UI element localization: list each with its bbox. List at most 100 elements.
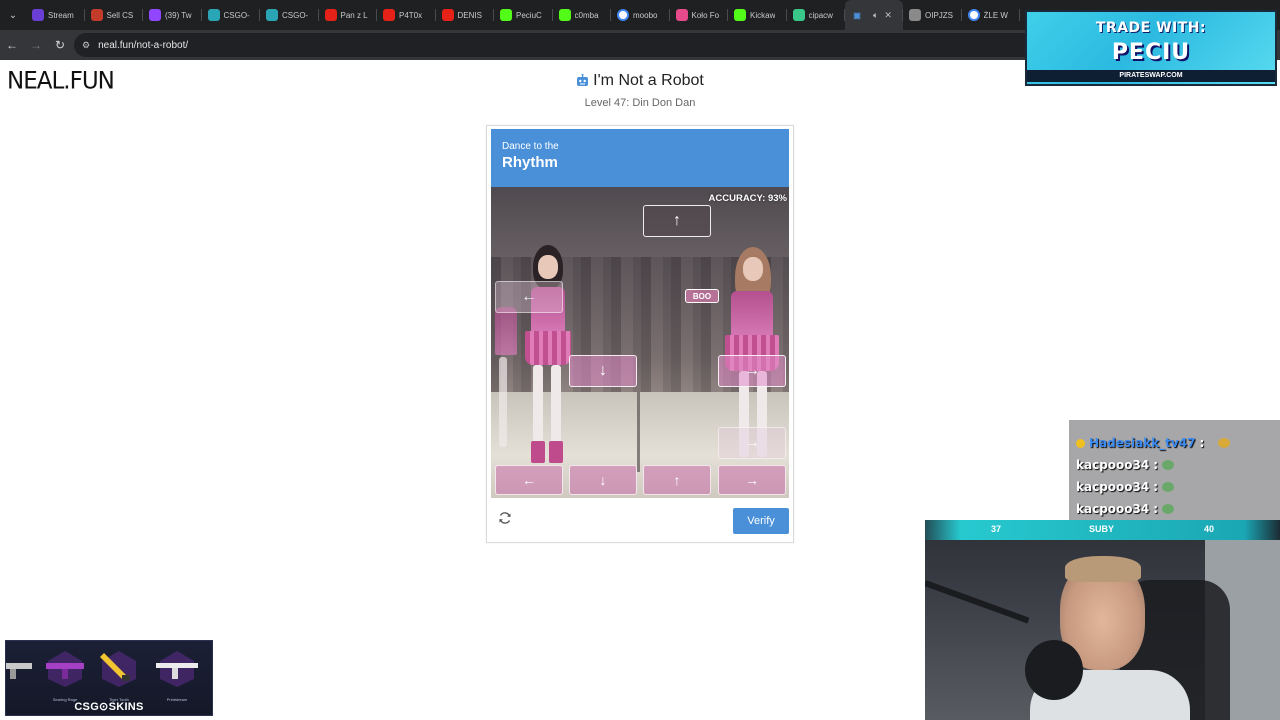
chat-message: kacpooo34 : bbox=[1076, 502, 1175, 516]
chat-separator: : bbox=[1153, 480, 1159, 494]
captcha-task: Rhythm bbox=[502, 154, 558, 171]
browser-tab[interactable]: c0mba bbox=[553, 0, 612, 30]
promo-name: PECIU bbox=[1111, 40, 1191, 65]
note-up: ↑ bbox=[643, 205, 711, 237]
skin-item: Searing Rage bbox=[42, 647, 88, 702]
tab-label: Koło Fo bbox=[691, 10, 720, 20]
globe-icon bbox=[909, 9, 921, 21]
chat-badge-icon bbox=[1076, 438, 1085, 448]
tab-label: Sell CS bbox=[106, 10, 134, 20]
robot-icon: ▣ bbox=[853, 10, 861, 20]
skins-logo: CSG⊙SKINS bbox=[74, 701, 144, 713]
tab-label: (39) Tw bbox=[165, 10, 192, 20]
captcha-instruction: Dance to the bbox=[502, 141, 559, 152]
promo-banner: TRADE WITH: PECIU PIRATESWAP.COM bbox=[1025, 10, 1277, 86]
csgo-icon bbox=[266, 9, 278, 21]
target-right[interactable]: → bbox=[718, 465, 786, 495]
close-tab-icon[interactable]: ✕ bbox=[884, 10, 892, 21]
robot-icon bbox=[576, 73, 589, 88]
tab-label: moobo bbox=[633, 10, 658, 20]
tab-search-button[interactable]: ⌄ bbox=[0, 0, 26, 30]
page-title-wrap: I'm Not a Robot bbox=[540, 72, 740, 93]
site-info-icon[interactable]: ⚙ bbox=[82, 40, 90, 51]
note-right: → bbox=[718, 355, 786, 387]
streamlabs-icon bbox=[32, 9, 44, 21]
chat-message: kacpooo34 : bbox=[1076, 480, 1175, 494]
promo-url: PIRATESWAP.COM bbox=[1027, 70, 1275, 82]
back-button[interactable]: ← bbox=[0, 30, 24, 60]
note-right-2: → bbox=[718, 427, 786, 459]
promo-headline: TRADE WITH: bbox=[1095, 20, 1207, 36]
chat-emote-icon bbox=[1218, 438, 1231, 448]
twitch-icon bbox=[149, 9, 161, 21]
browser-tab[interactable]: Stream bbox=[26, 0, 85, 30]
target-up[interactable]: ↑ bbox=[643, 465, 711, 495]
browser-tab[interactable]: CSGO- bbox=[202, 0, 261, 30]
forward-button[interactable]: → bbox=[24, 30, 48, 60]
sub-goal-target: 40 bbox=[1204, 524, 1215, 534]
tab-label: P4T0x bbox=[399, 10, 423, 20]
skin-item: Tiger Tooth bbox=[96, 647, 142, 702]
page-title: I'm Not a Robot bbox=[576, 72, 704, 90]
skins-promo: Searing Rage Tiger Tooth Printstream CSG… bbox=[5, 640, 213, 716]
captcha-header: Dance to the Rhythm bbox=[491, 129, 789, 187]
tab-label: OIPJZS bbox=[925, 10, 954, 20]
browser-tab[interactable]: DENIS bbox=[436, 0, 495, 30]
browser-tab[interactable]: P4T0x bbox=[377, 0, 436, 30]
target-left[interactable]: ← bbox=[495, 465, 563, 495]
accuracy-readout: ACCURACY: 93% bbox=[708, 193, 787, 204]
page-title-text: I'm Not a Robot bbox=[593, 72, 704, 89]
chat-separator: : bbox=[1153, 502, 1159, 516]
browser-tab[interactable]: (39) Tw bbox=[143, 0, 202, 30]
speaker-icon[interactable]: 🔈︎ bbox=[873, 10, 878, 21]
browser-tab[interactable]: OIPJZS bbox=[903, 0, 962, 30]
verify-button[interactable]: Verify bbox=[733, 508, 789, 534]
chat-username: kacpooo34 bbox=[1076, 502, 1150, 516]
url-text: neal.fun/not-a-robot/ bbox=[98, 39, 189, 51]
chat-emote-icon bbox=[1162, 460, 1175, 470]
google-icon bbox=[967, 9, 980, 21]
chat-emote-icon bbox=[1162, 504, 1175, 514]
browser-tab[interactable]: CSGO- bbox=[260, 0, 319, 30]
browser-tab[interactable]: cipacw bbox=[787, 0, 846, 30]
site-logo[interactable]: NEAL.FUN bbox=[7, 67, 115, 94]
youtube-icon bbox=[324, 9, 337, 21]
tab-label: CSGO- bbox=[223, 10, 250, 20]
browser-tab[interactable]: Sell CS bbox=[85, 0, 144, 30]
reload-button[interactable]: ↻ bbox=[48, 30, 72, 60]
browser-tab[interactable]: moobo bbox=[611, 0, 670, 30]
youtube-icon bbox=[383, 9, 395, 21]
chat-username: kacpooo34 bbox=[1076, 480, 1150, 494]
browser-tab[interactable]: Pan z L bbox=[319, 0, 378, 30]
google-icon bbox=[617, 9, 629, 21]
tab-label: Stream bbox=[48, 10, 74, 20]
skin-item bbox=[6, 647, 38, 695]
url-field[interactable]: ⚙ neal.fun/not-a-robot/ bbox=[74, 33, 1084, 57]
youtube-icon bbox=[441, 9, 454, 21]
wheel-icon bbox=[675, 9, 688, 21]
boo-indicator: BOO bbox=[685, 289, 719, 303]
refresh-icon[interactable] bbox=[497, 510, 513, 526]
target-down[interactable]: ↓ bbox=[569, 465, 637, 495]
dancer-left-back bbox=[491, 297, 521, 467]
site-icon bbox=[792, 9, 805, 21]
browser-tab[interactable]: ▣ 🔈︎ ✕ bbox=[845, 0, 903, 30]
browser-tab[interactable]: ŻLE W bbox=[962, 0, 1021, 30]
note-down: ↓ bbox=[569, 355, 637, 387]
rhythm-game[interactable]: ACCURACY: 93% BOO ↑ ← ↓ → → ← ↓ ↑ → bbox=[491, 187, 789, 498]
level-subtitle: Level 47: Din Don Dan bbox=[584, 97, 696, 109]
kick-icon bbox=[500, 9, 512, 21]
chat-separator: : bbox=[1199, 436, 1205, 450]
cam-headset bbox=[1025, 640, 1083, 700]
tab-strip: Stream Sell CS (39) Tw CSGO- CSGO- Pan z L P4T… bbox=[26, 0, 1020, 30]
browser-tab[interactable]: PeciuC bbox=[494, 0, 553, 30]
tab-label: c0mba bbox=[574, 10, 599, 20]
captcha-footer: Verify bbox=[491, 498, 789, 540]
captcha-widget: Dance to the Rhythm ACCURACY: 93% BOO ↑ … bbox=[486, 125, 794, 543]
kick-icon bbox=[558, 9, 571, 21]
tab-label: cipacw bbox=[808, 10, 833, 20]
browser-tab[interactable]: Koło Fo bbox=[670, 0, 729, 30]
browser-tab[interactable]: Kickaw bbox=[728, 0, 787, 30]
chat-emote-icon bbox=[1162, 482, 1175, 492]
note-left: ← bbox=[495, 281, 563, 313]
